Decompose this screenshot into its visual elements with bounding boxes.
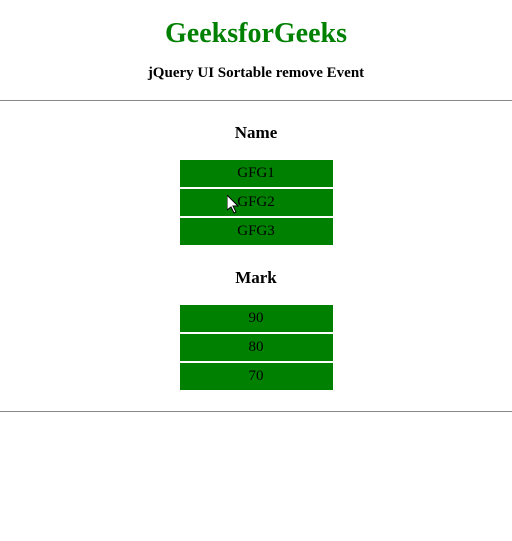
list2-heading: Mark [0, 268, 512, 288]
list-item[interactable]: 90 [179, 304, 334, 333]
divider-bottom [0, 411, 512, 412]
sortable-list-name[interactable]: GFG1GFG2GFG3 [179, 159, 334, 246]
list-item[interactable]: 70 [179, 362, 334, 391]
divider-top [0, 100, 512, 101]
page-subtitle: jQuery UI Sortable remove Event [0, 65, 512, 82]
page-title: GeeksforGeeks [0, 18, 512, 50]
list-item[interactable]: GFG2 [179, 188, 334, 217]
sortable-list-mark[interactable]: 908070 [179, 304, 334, 391]
page: GeeksforGeeks jQuery UI Sortable remove … [0, 0, 512, 412]
list-item[interactable]: 80 [179, 333, 334, 362]
list1-heading: Name [0, 123, 512, 143]
list-item[interactable]: GFG1 [179, 159, 334, 188]
list-item[interactable]: GFG3 [179, 217, 334, 246]
